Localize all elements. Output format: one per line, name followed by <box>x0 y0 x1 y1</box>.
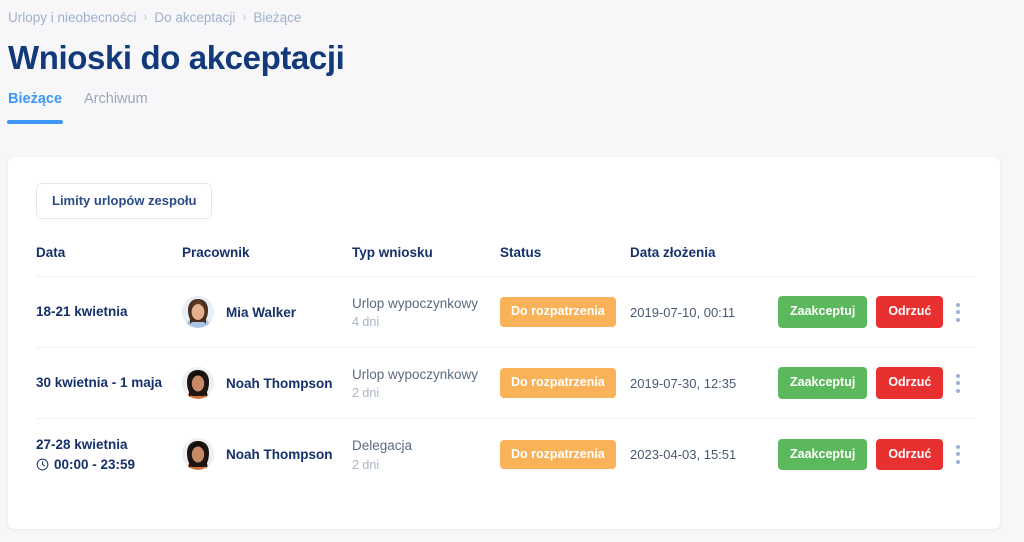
cell-submitted: 2023-04-03, 15:51 <box>630 419 778 490</box>
cell-actions: Zaakceptuj Odrzuć <box>778 276 944 348</box>
row-request-type: Urlop wypoczynkowy <box>352 366 479 382</box>
row-date-range: 27-28 kwietnia <box>36 437 128 453</box>
cell-status: Do rozpatrzenia <box>500 419 630 490</box>
breadcrumb-separator-icon: › <box>242 10 247 24</box>
cell-submitted: 2019-07-10, 00:11 <box>630 276 778 348</box>
cell-actions: Zaakceptuj Odrzuć <box>778 347 944 419</box>
cell-submitted: 2019-07-30, 12:35 <box>630 347 778 419</box>
column-header-pracownik[interactable]: Pracownik <box>182 245 352 277</box>
cell-employee: Mia Walker <box>182 276 352 348</box>
cell-date: 18-21 kwietnia <box>36 276 182 348</box>
more-options-icon[interactable] <box>946 302 970 322</box>
row-submitted-date: 2019-07-10, 00:11 <box>630 304 736 320</box>
row-time-range-wrapper: 00:00 - 23:59 <box>36 457 182 472</box>
accept-button[interactable]: Zaakceptuj <box>778 296 868 328</box>
cell-date: 27-28 kwietnia 00:00 - 23:59 <box>36 419 182 490</box>
cell-employee: Noah Thompson <box>182 419 352 490</box>
row-employee-name: Noah Thompson <box>226 446 333 462</box>
column-header-actions <box>778 245 928 277</box>
breadcrumb-item-2[interactable]: Do akceptacji <box>154 11 235 25</box>
column-header-typ-wniosku: Typ wniosku <box>352 245 500 277</box>
avatar <box>182 296 214 328</box>
requests-table: Data Pracownik Typ wniosku Status Data z… <box>36 245 976 490</box>
row-date-range: 18-21 kwietnia <box>36 303 128 319</box>
breadcrumb: Urlopy i nieobecności › Do akceptacji › … <box>0 0 1024 26</box>
page-root: Urlopy i nieobecności › Do akceptacji › … <box>0 0 1024 542</box>
row-submitted-date: 2019-07-30, 12:35 <box>630 375 737 391</box>
avatar <box>182 438 214 471</box>
team-leave-limits-button[interactable]: Limity urlopów zespołu <box>36 183 213 219</box>
cell-employee: Noah Thompson <box>182 347 352 419</box>
table-row[interactable]: 30 kwietnia - 1 maja Noah Thompson Urlop… <box>36 347 976 419</box>
accept-button[interactable]: Zaakceptuj <box>778 367 868 399</box>
reject-button[interactable]: Odrzuć <box>876 296 944 328</box>
cell-actions: Zaakceptuj Odrzuć <box>778 419 944 490</box>
cell-date: 30 kwietnia - 1 maja <box>36 347 182 419</box>
table-row[interactable]: 27-28 kwietnia 00:00 - 23:59 Noah Thomps… <box>36 419 976 490</box>
tab-biezace[interactable]: Bieżące <box>6 92 64 125</box>
cell-status: Do rozpatrzenia <box>500 276 630 348</box>
breadcrumb-item-3[interactable]: Bieżące <box>253 11 301 25</box>
more-options-icon[interactable] <box>946 373 970 393</box>
row-employee-name: Mia Walker <box>226 304 297 320</box>
row-request-days: 2 dni <box>352 386 380 401</box>
row-time-range: 00:00 - 23:59 <box>54 457 136 473</box>
column-header-data[interactable]: Data <box>36 245 182 277</box>
page-title: Wnioski do akceptacji <box>8 39 345 76</box>
cell-type: Delegacja 2 dni <box>352 419 500 490</box>
table-row[interactable]: 18-21 kwietnia Mia Walker Urlop wypoczyn… <box>36 276 976 348</box>
avatar <box>182 367 214 399</box>
cell-type: Urlop wypoczynkowy 2 dni <box>352 347 500 419</box>
reject-button[interactable]: Odrzuć <box>876 438 944 470</box>
reject-button[interactable]: Odrzuć <box>876 367 944 399</box>
clock-icon <box>36 459 49 471</box>
cell-status: Do rozpatrzenia <box>500 347 630 419</box>
card-body: Limity urlopów zespołu Data Pracownik Ty… <box>8 157 1000 490</box>
row-submitted-date: 2023-04-03, 15:51 <box>630 446 737 462</box>
table-header-row: Data Pracownik Typ wniosku Status Data z… <box>36 245 976 277</box>
row-request-days: 2 dni <box>352 457 380 472</box>
cell-type: Urlop wypoczynkowy 4 dni <box>352 276 500 348</box>
row-request-type: Delegacja <box>352 437 413 453</box>
column-header-status: Status <box>500 245 630 277</box>
tab-archiwum[interactable]: Archiwum <box>84 92 148 125</box>
table-header: Data Pracownik Typ wniosku Status Data z… <box>36 245 976 277</box>
status-badge[interactable]: Do rozpatrzenia <box>500 439 616 469</box>
row-date-range: 30 kwietnia - 1 maja <box>36 374 163 390</box>
column-header-menu <box>928 245 976 277</box>
column-header-data-zlozenia: Data złożenia <box>630 245 778 277</box>
breadcrumb-item-1[interactable]: Urlopy i nieobecności <box>8 11 136 25</box>
accept-button[interactable]: Zaakceptuj <box>778 438 868 470</box>
row-request-days: 4 dni <box>352 315 380 330</box>
status-badge[interactable]: Do rozpatrzenia <box>500 368 616 398</box>
tab-bar: Bieżące Archiwum <box>0 76 1024 124</box>
requests-card: Limity urlopów zespołu Data Pracownik Ty… <box>8 157 1000 529</box>
row-employee-name: Noah Thompson <box>226 375 333 391</box>
status-badge[interactable]: Do rozpatrzenia <box>500 297 616 327</box>
breadcrumb-separator-icon: › <box>143 10 148 24</box>
row-request-type: Urlop wypoczynkowy <box>352 295 479 311</box>
more-options-icon[interactable] <box>946 444 970 464</box>
table-body: 18-21 kwietnia Mia Walker Urlop wypoczyn… <box>36 276 976 490</box>
